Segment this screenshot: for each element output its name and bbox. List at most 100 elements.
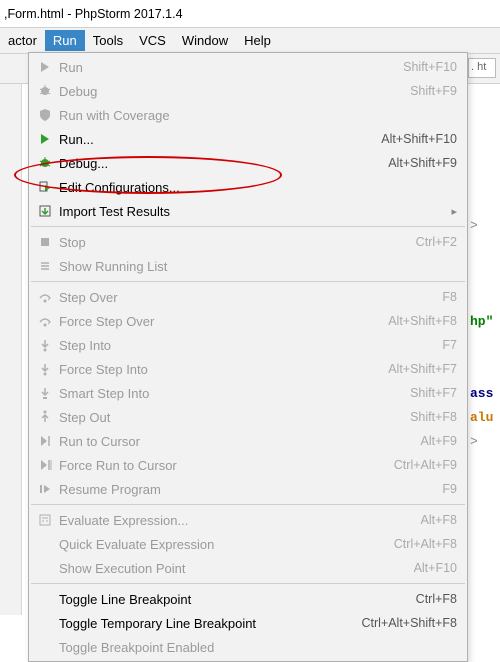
shield-gray-icon [35, 108, 55, 122]
menu-item-label: Edit Configurations... [55, 180, 457, 195]
menu-item-debug: DebugShift+F9 [29, 79, 467, 103]
menu-item-shortcut: Ctrl+Alt+Shift+F8 [361, 616, 457, 630]
menu-item-shortcut: Shift+F9 [410, 84, 457, 98]
menu-item-label: Toggle Breakpoint Enabled [55, 640, 457, 655]
stepover-gray-icon [35, 314, 55, 328]
submenu-arrow-icon: ▸ [451, 205, 457, 218]
import-icon [35, 204, 55, 218]
play-green-icon [35, 132, 55, 146]
menu-item-label: Debug... [55, 156, 388, 171]
stop-gray-icon [35, 235, 55, 249]
menu-item-shortcut: Ctrl+Alt+F9 [394, 458, 457, 472]
menu-item-shortcut: F7 [442, 338, 457, 352]
menu-item-label: Smart Step Into [55, 386, 410, 401]
menu-item-shortcut: Ctrl+Alt+F8 [394, 537, 457, 551]
file-combo[interactable]: . ht [468, 58, 496, 78]
stepinto-gray-icon [35, 338, 55, 352]
menu-item-resume-program: Resume ProgramF9 [29, 477, 467, 501]
menu-item-toggle-line-breakpoint[interactable]: Toggle Line BreakpointCtrl+F8 [29, 587, 467, 611]
resume-gray-icon [35, 482, 55, 496]
menu-item-label: Stop [55, 235, 416, 250]
menu-item-shortcut: Alt+Shift+F9 [388, 156, 457, 170]
menu-item-shortcut: Alt+Shift+F10 [381, 132, 457, 146]
menu-item-step-out: Step OutShift+F8 [29, 405, 467, 429]
stepout-gray-icon [35, 410, 55, 424]
menu-item-shortcut: Alt+Shift+F8 [388, 314, 457, 328]
menu-item-label: Toggle Line Breakpoint [55, 592, 416, 607]
menu-item-step-into: Step IntoF7 [29, 333, 467, 357]
menu-item-label: Resume Program [55, 482, 442, 497]
menu-item-label: Force Step Over [55, 314, 388, 329]
menu-item-debug[interactable]: Debug...Alt+Shift+F9 [29, 151, 467, 175]
menu-item-label: Toggle Temporary Line Breakpoint [55, 616, 361, 631]
run-menu-dropdown: RunShift+F10DebugShift+F9Run with Covera… [28, 52, 468, 662]
menu-item-label: Run... [55, 132, 381, 147]
menu-item-shortcut: F9 [442, 482, 457, 496]
menu-item-label: Show Running List [55, 259, 457, 274]
menu-item-evaluate-expression: Evaluate Expression...Alt+F8 [29, 508, 467, 532]
menu-item-edit-configurations[interactable]: Edit Configurations... [29, 175, 467, 199]
menu-item-run: RunShift+F10 [29, 55, 467, 79]
menu-item-run-to-cursor: Run to CursorAlt+F9 [29, 429, 467, 453]
menu-item-shortcut: Shift+F7 [410, 386, 457, 400]
menu-item-toggle-breakpoint-enabled: Toggle Breakpoint Enabled [29, 635, 467, 659]
menu-item-run[interactable]: Run...Alt+Shift+F10 [29, 127, 467, 151]
menu-item-quick-evaluate-expression: Quick Evaluate ExpressionCtrl+Alt+F8 [29, 532, 467, 556]
menu-item-import-test-results[interactable]: Import Test Results▸ [29, 199, 467, 223]
cursor-gray-icon [35, 434, 55, 448]
menu-item-shortcut: Alt+F8 [421, 513, 457, 527]
play-gray-icon [35, 60, 55, 74]
menu-item-label: Step Out [55, 410, 410, 425]
window-title: ,Form.html - PhpStorm 2017.1.4 [4, 7, 183, 21]
menu-item-label: Run with Coverage [55, 108, 457, 123]
calc-gray-icon [35, 513, 55, 527]
menu-item-step-over: Step OverF8 [29, 285, 467, 309]
menu-run[interactable]: Run [45, 30, 85, 51]
window-titlebar: ,Form.html - PhpStorm 2017.1.4 [0, 0, 500, 28]
config-icon [35, 180, 55, 194]
menu-item-label: Step Into [55, 338, 442, 353]
menu-window[interactable]: Window [174, 30, 236, 51]
menu-item-shortcut: F8 [442, 290, 457, 304]
menu-item-shortcut: Shift+F10 [403, 60, 457, 74]
list-gray-icon [35, 259, 55, 273]
menu-item-label: Show Execution Point [55, 561, 414, 576]
menu-separator [31, 226, 465, 227]
menu-item-shortcut: Alt+F10 [414, 561, 457, 575]
stepover-gray-icon [35, 290, 55, 304]
menubar: actor Run Tools VCS Window Help [0, 28, 500, 54]
menu-item-smart-step-into: Smart Step IntoShift+F7 [29, 381, 467, 405]
code-peek: > hp" n ass alu > [470, 190, 500, 454]
menu-item-shortcut: Shift+F8 [410, 410, 457, 424]
menu-tools[interactable]: Tools [85, 30, 131, 51]
menu-item-shortcut: Ctrl+F8 [416, 592, 457, 606]
menu-separator [31, 281, 465, 282]
menu-vcs[interactable]: VCS [131, 30, 174, 51]
bug-gray-icon [35, 84, 55, 98]
menu-separator [31, 504, 465, 505]
menu-item-label: Quick Evaluate Expression [55, 537, 394, 552]
menu-refactor[interactable]: actor [0, 30, 45, 51]
menu-help[interactable]: Help [236, 30, 279, 51]
menu-item-label: Import Test Results [55, 204, 451, 219]
menu-item-force-run-to-cursor: Force Run to CursorCtrl+Alt+F9 [29, 453, 467, 477]
menu-item-label: Force Run to Cursor [55, 458, 394, 473]
left-gutter [0, 84, 22, 615]
menu-item-run-with-coverage: Run with Coverage [29, 103, 467, 127]
menu-item-label: Force Step Into [55, 362, 388, 377]
menu-item-stop: StopCtrl+F2 [29, 230, 467, 254]
menu-item-shortcut: Alt+F9 [421, 434, 457, 448]
cursor-force-gray-icon [35, 458, 55, 472]
menu-separator [31, 583, 465, 584]
smartstep-gray-icon [35, 386, 55, 400]
menu-item-shortcut: Ctrl+F2 [416, 235, 457, 249]
menu-item-shortcut: Alt+Shift+F7 [388, 362, 457, 376]
menu-item-force-step-into: Force Step IntoAlt+Shift+F7 [29, 357, 467, 381]
menu-item-label: Run [55, 60, 403, 75]
menu-item-show-running-list: Show Running List [29, 254, 467, 278]
menu-item-force-step-over: Force Step OverAlt+Shift+F8 [29, 309, 467, 333]
menu-item-label: Run to Cursor [55, 434, 421, 449]
menu-item-label: Debug [55, 84, 410, 99]
menu-item-label: Step Over [55, 290, 442, 305]
stepinto-gray-icon [35, 362, 55, 376]
